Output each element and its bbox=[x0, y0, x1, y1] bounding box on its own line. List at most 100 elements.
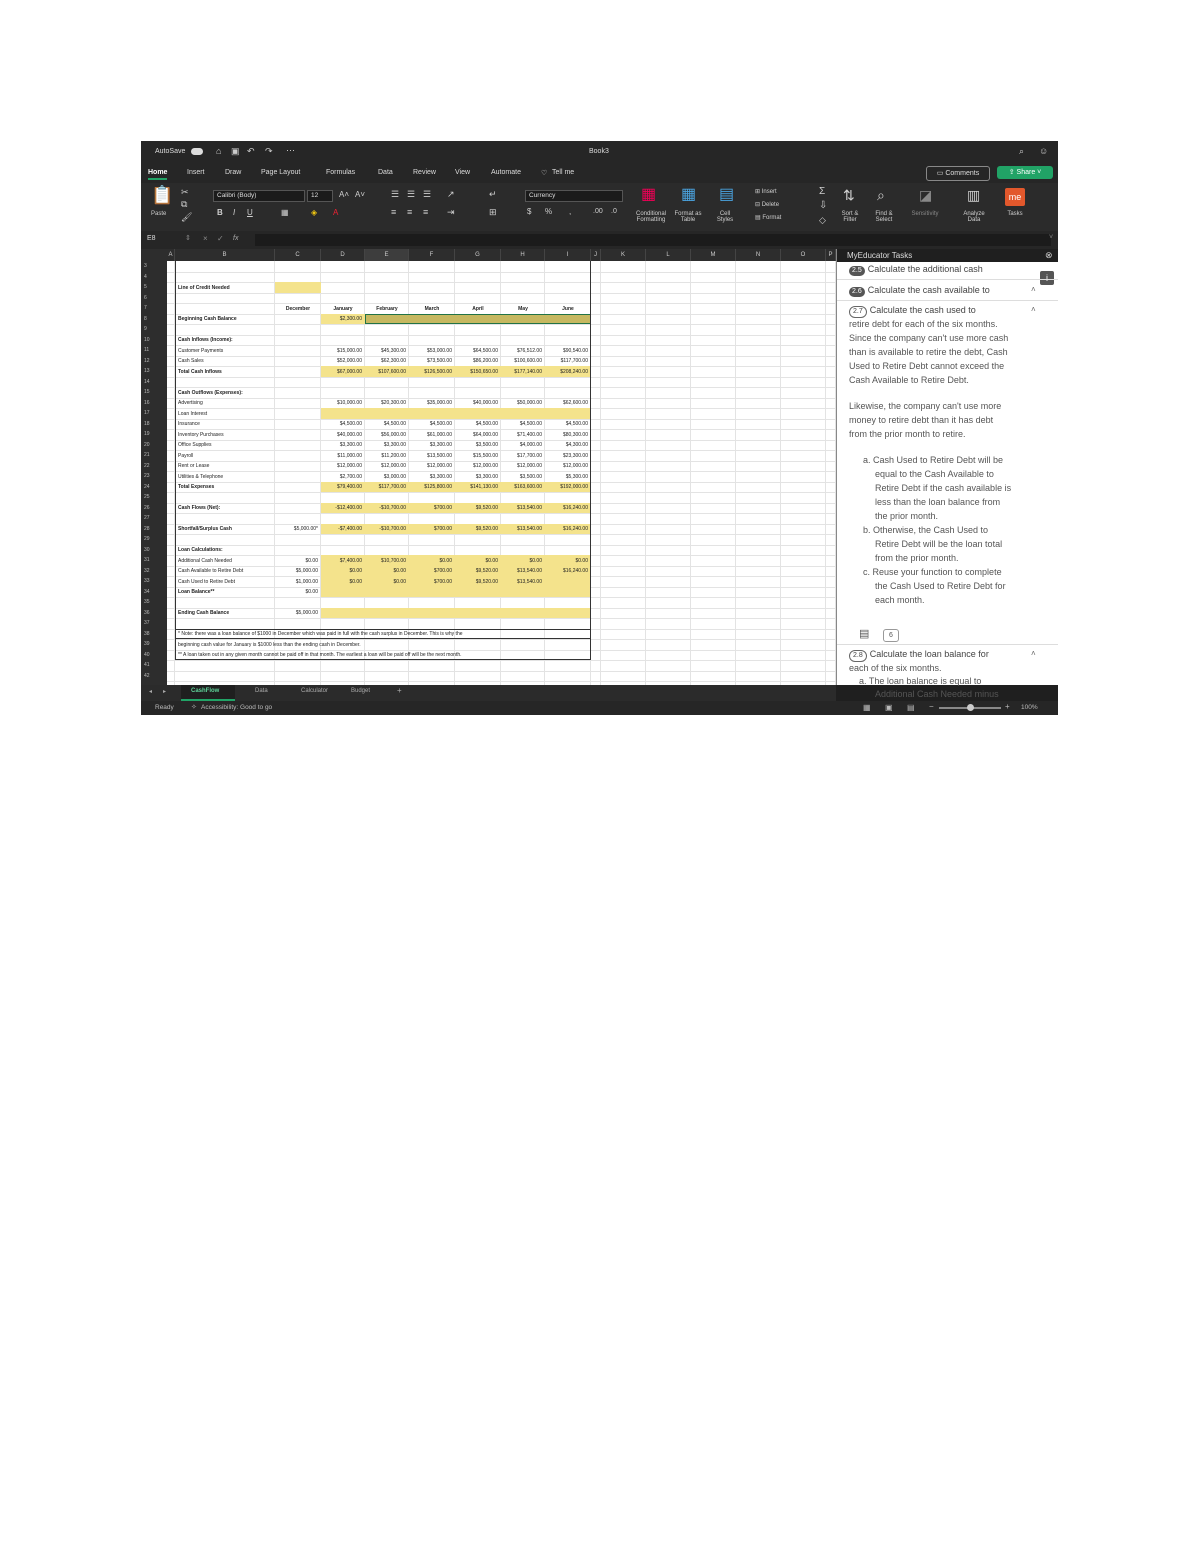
advertising-value[interactable]: $50,000.00 bbox=[501, 399, 542, 407]
wrap-text-icon[interactable]: ↵ bbox=[489, 188, 497, 200]
rent-value[interactable]: $12,000.00 bbox=[321, 462, 362, 470]
tab-data[interactable]: Data bbox=[378, 169, 393, 176]
bold-icon[interactable]: B bbox=[217, 207, 223, 219]
additional-cash-value[interactable]: $7,400.00 bbox=[321, 557, 362, 565]
shortfall-surplus-value[interactable]: $700.00 bbox=[409, 525, 452, 533]
ending-cash-december[interactable]: $5,000.00 bbox=[275, 609, 318, 617]
customer-payments-value[interactable]: $64,500.00 bbox=[455, 347, 498, 355]
month-header[interactable]: April bbox=[455, 305, 501, 313]
expense-label[interactable]: Loan Interest bbox=[178, 410, 207, 418]
format-table-icon[interactable]: ▦ bbox=[681, 187, 696, 203]
row-header[interactable]: 20 bbox=[141, 440, 167, 451]
font-grow-icon[interactable]: A˄ bbox=[339, 189, 349, 201]
row-header[interactable]: 42 bbox=[141, 671, 167, 682]
advertising-value[interactable]: $20,300.00 bbox=[365, 399, 406, 407]
column-header[interactable]: B bbox=[175, 249, 275, 261]
cells-area[interactable]: Line of Credit Needed December January Febr… bbox=[167, 261, 836, 685]
total-inflows-value[interactable]: $177,140.00 bbox=[501, 368, 542, 376]
formula-input[interactable] bbox=[255, 234, 1051, 246]
row-header[interactable]: 15 bbox=[141, 387, 167, 398]
row-header[interactable]: 36 bbox=[141, 608, 167, 619]
row-header[interactable]: 23 bbox=[141, 471, 167, 482]
row-header[interactable]: 38 bbox=[141, 629, 167, 640]
advertising-value[interactable]: $62,600.00 bbox=[545, 399, 588, 407]
utilities-value[interactable]: $3,000.00 bbox=[365, 473, 406, 481]
row-header[interactable]: 18 bbox=[141, 419, 167, 430]
customer-payments-value[interactable]: $15,000.00 bbox=[321, 347, 362, 355]
cash-used-label[interactable]: Cash Used to Retire Debt bbox=[178, 578, 235, 586]
more-icon[interactable]: ⋯ bbox=[286, 145, 295, 156]
cash-used-value[interactable]: $0.00 bbox=[365, 578, 406, 586]
row-header[interactable]: 26 bbox=[141, 503, 167, 514]
tab-formulas[interactable]: Formulas bbox=[326, 169, 355, 176]
page-break-view-icon[interactable]: ▤ bbox=[907, 703, 915, 712]
redo-icon[interactable]: ↷ bbox=[265, 146, 273, 157]
row-header[interactable]: 33 bbox=[141, 576, 167, 587]
align-bottom-icon[interactable]: ☰ bbox=[423, 188, 431, 200]
comments-button[interactable]: ▭ Comments bbox=[926, 166, 990, 181]
font-shrink-icon[interactable]: A˅ bbox=[355, 189, 365, 201]
prev-sheet-icon[interactable]: ◂ bbox=[149, 688, 152, 695]
borders-icon[interactable]: ▦ bbox=[281, 207, 289, 219]
net-cash-flow-value[interactable]: -$10,700.00 bbox=[365, 504, 406, 512]
total-inflows-value[interactable]: $67,000.00 bbox=[321, 368, 362, 376]
expense-label[interactable]: Insurance bbox=[178, 420, 200, 428]
cash-sales-value[interactable]: $86,200.00 bbox=[455, 357, 498, 365]
cash-available-value[interactable]: $0.00 bbox=[321, 567, 362, 575]
shortfall-surplus-value[interactable]: -$7,400.00 bbox=[321, 525, 362, 533]
row-header[interactable]: 27 bbox=[141, 513, 167, 524]
utilities-value[interactable]: $5,300.00 bbox=[545, 473, 588, 481]
delete-button[interactable]: ⊟ Delete bbox=[755, 201, 779, 208]
row-header[interactable]: 41 bbox=[141, 660, 167, 671]
name-box[interactable]: E8 bbox=[147, 235, 156, 242]
clear-icon[interactable]: ◇ bbox=[819, 214, 826, 226]
total-inflows-label[interactable]: Total Cash Inflows bbox=[178, 368, 222, 376]
sheet-tab-budget[interactable]: Budget bbox=[351, 688, 370, 694]
loan-calculations-heading[interactable]: Loan Calculations: bbox=[178, 546, 223, 554]
cash-flows-net-label[interactable]: Cash Flows (Net): bbox=[178, 504, 220, 512]
analyze-data-icon[interactable]: ▥ bbox=[967, 188, 980, 202]
cash-inflows-heading[interactable]: Cash Inflows (Income): bbox=[178, 336, 233, 344]
align-center-icon[interactable]: ≡ bbox=[407, 206, 412, 218]
info-icon[interactable]: i bbox=[1040, 271, 1054, 285]
advertising-value[interactable]: $35,000.00 bbox=[409, 399, 452, 407]
row-header[interactable]: 3 bbox=[141, 261, 167, 272]
task-2-6[interactable]: 2.6 Calculate the cash available to bbox=[849, 285, 990, 297]
column-header[interactable]: K bbox=[601, 249, 646, 261]
cash-used-value[interactable]: $9,520.00 bbox=[455, 578, 498, 586]
total-expenses-value[interactable]: $79,400.00 bbox=[321, 483, 362, 491]
beginning-cash-january[interactable]: $2,300.00 bbox=[321, 315, 362, 323]
decrease-decimal-icon[interactable]: .0 bbox=[611, 206, 617, 218]
sort-filter-icon[interactable]: ⇅ bbox=[843, 188, 855, 202]
inventory-value[interactable]: $71,400.00 bbox=[501, 431, 542, 439]
zoom-out-icon[interactable]: − bbox=[929, 702, 934, 711]
align-right-icon[interactable]: ≡ bbox=[423, 206, 428, 218]
expense-label[interactable]: Office Supplies bbox=[178, 441, 212, 449]
tab-page-layout[interactable]: Page Layout bbox=[261, 169, 300, 176]
additional-cash-value[interactable]: $0.00 bbox=[545, 557, 588, 565]
expand-formula-icon[interactable]: ˅ bbox=[1049, 234, 1053, 241]
row-header[interactable]: 9 bbox=[141, 324, 167, 335]
column-header[interactable]: P bbox=[826, 249, 836, 261]
conditional-formatting-icon[interactable]: ▦ bbox=[641, 187, 656, 203]
tasks-icon[interactable]: me bbox=[1005, 188, 1025, 206]
inventory-value[interactable]: $40,000.00 bbox=[321, 431, 362, 439]
zoom-level[interactable]: 100% bbox=[1021, 704, 1038, 711]
cash-available-value[interactable]: $700.00 bbox=[409, 567, 452, 575]
close-pane-icon[interactable]: ⊗ bbox=[1045, 250, 1053, 261]
row-header[interactable]: 25 bbox=[141, 492, 167, 503]
shortfall-surplus-label[interactable]: Shortfall/Surplus Cash bbox=[178, 525, 232, 533]
utilities-value[interactable]: $2,700.00 bbox=[321, 473, 362, 481]
zoom-in-icon[interactable]: + bbox=[1005, 702, 1010, 711]
tab-view[interactable]: View bbox=[455, 169, 470, 176]
insurance-value[interactable]: $4,500.00 bbox=[321, 420, 362, 428]
net-cash-flow-value[interactable]: $9,520.00 bbox=[455, 504, 498, 512]
share-button[interactable]: ⇪ Share ˅ bbox=[997, 166, 1053, 179]
row-header[interactable]: 13 bbox=[141, 366, 167, 377]
format-painter-icon[interactable]: 🖌 bbox=[181, 211, 192, 223]
expense-label[interactable]: Rent or Lease bbox=[178, 462, 209, 470]
enter-icon[interactable]: ✓ bbox=[217, 234, 224, 243]
tab-review[interactable]: Review bbox=[413, 169, 436, 176]
task-2-8[interactable]: 2.8 Calculate the loan balance for bbox=[849, 649, 989, 662]
currency-icon[interactable]: $ bbox=[527, 206, 531, 218]
